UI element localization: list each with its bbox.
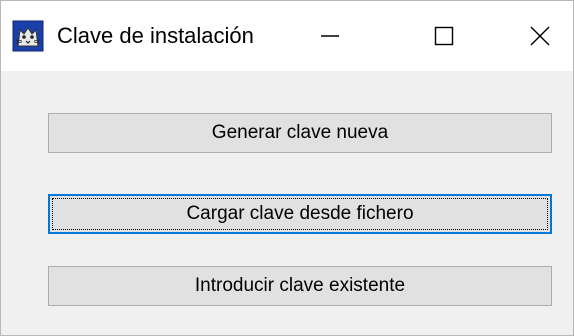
dialog-body: Generar clave nueva Cargar clave desde f… [1,71,573,335]
window-title: Clave de instalación [57,23,254,48]
focus-rectangle [52,198,548,230]
close-button[interactable] [507,1,573,71]
installation-key-dialog: Clave de instalación Generar clave nueva… [0,0,574,336]
maximize-button[interactable] [411,1,477,71]
minimize-button[interactable] [297,1,363,71]
maximize-icon [434,26,454,46]
title-bar[interactable]: Clave de instalación [1,1,573,71]
enter-existing-key-button[interactable]: Introducir clave existente [48,266,552,306]
generate-new-key-button[interactable]: Generar clave nueva [48,113,552,153]
minimize-icon [321,35,339,37]
load-key-from-file-button[interactable]: Cargar clave desde fichero [48,194,552,234]
close-icon [530,26,550,46]
app-icon[interactable] [12,20,44,52]
